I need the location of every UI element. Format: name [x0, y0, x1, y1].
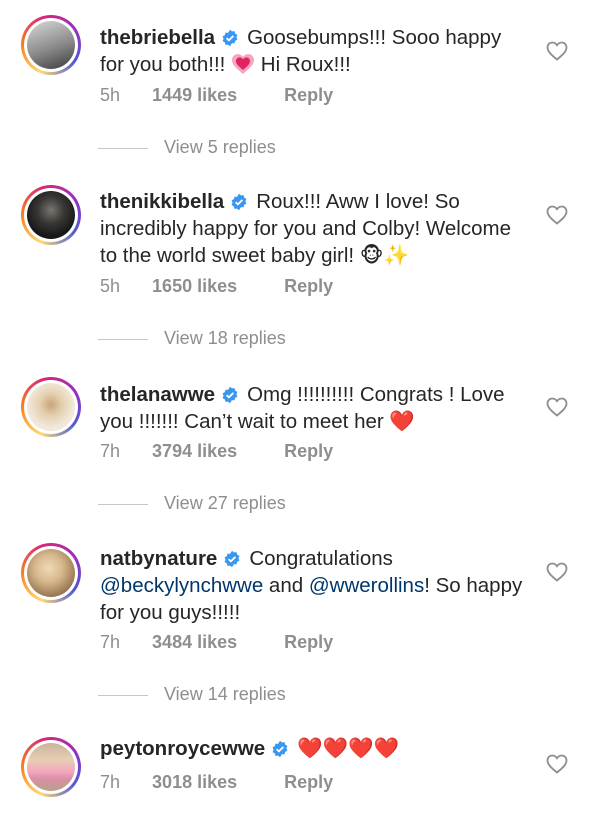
- comment-likes[interactable]: 1449 likes: [152, 85, 237, 106]
- comment-username[interactable]: thenikkibella: [100, 190, 224, 213]
- comment-meta: 5h 1650 likes Reply: [100, 276, 333, 297]
- comment-text: peytonroycewwe ❤️❤️❤️❤️: [100, 735, 530, 762]
- mention-link[interactable]: @wwerollins: [309, 574, 424, 597]
- comment-body-end: Hi Roux!!!: [255, 53, 351, 76]
- comment-likes[interactable]: 3018 likes: [152, 772, 237, 793]
- verified-badge-icon: [231, 193, 247, 211]
- heart-outline-icon[interactable]: [545, 203, 569, 227]
- verified-badge-icon: [222, 29, 238, 47]
- comment-likes[interactable]: 1650 likes: [152, 276, 237, 297]
- comment-meta: 5h 1449 likes Reply: [100, 85, 333, 106]
- comment-time: 5h: [100, 85, 121, 105]
- reply-button[interactable]: Reply: [284, 772, 333, 793]
- heart-outline-icon[interactable]: [545, 752, 569, 776]
- heart-outline-icon[interactable]: [545, 395, 569, 419]
- comment-meta: 7h 3018 likes Reply: [100, 772, 333, 793]
- comment-username[interactable]: peytonroycewwe: [100, 737, 265, 760]
- heart-outline-icon[interactable]: [545, 39, 569, 63]
- comment-meta: 7h 3484 likes Reply: [100, 632, 333, 653]
- comment-body: Congratulations: [249, 547, 393, 570]
- reply-button[interactable]: Reply: [284, 85, 333, 106]
- comment-text: natbynature Congratulations @beckylynchww…: [100, 545, 530, 626]
- comment-username[interactable]: thelanawwe: [100, 383, 215, 406]
- comment-text: thelanawwe Omg !!!!!!!!!! Congrats ! Love…: [100, 381, 530, 435]
- avatar[interactable]: [21, 185, 81, 245]
- view-replies-label: View 5 replies: [164, 137, 276, 157]
- comment-likes[interactable]: 3484 likes: [152, 632, 237, 653]
- view-replies-button[interactable]: View 27 replies: [98, 493, 286, 514]
- sparkling-heart-icon: [232, 54, 255, 74]
- reply-button[interactable]: Reply: [284, 276, 333, 297]
- view-replies-button[interactable]: View 14 replies: [98, 684, 286, 705]
- view-replies-button[interactable]: View 5 replies: [98, 137, 276, 158]
- comment-username[interactable]: natbynature: [100, 547, 217, 570]
- heart-outline-icon[interactable]: [545, 560, 569, 584]
- verified-badge-icon: [272, 740, 288, 758]
- comment-text: thenikkibella Roux!!! Aww I love! So incr…: [100, 188, 530, 269]
- avatar[interactable]: [21, 15, 81, 75]
- avatar[interactable]: [21, 543, 81, 603]
- view-replies-button[interactable]: View 18 replies: [98, 328, 286, 349]
- comment-time: 5h: [100, 276, 121, 296]
- divider: [98, 338, 148, 340]
- comment-time: 7h: [100, 632, 121, 652]
- comment-text: thebriebella Goosebumps!!! Sooo happy for…: [100, 24, 530, 78]
- comment-likes[interactable]: 3794 likes: [152, 441, 237, 462]
- divider: [98, 147, 148, 149]
- reply-button[interactable]: Reply: [284, 632, 333, 653]
- divider: [98, 503, 148, 505]
- avatar[interactable]: [21, 377, 81, 437]
- comment-time: 7h: [100, 772, 121, 792]
- verified-badge-icon: [222, 386, 238, 404]
- view-replies-label: View 27 replies: [164, 493, 286, 513]
- comment-username[interactable]: thebriebella: [100, 26, 215, 49]
- mention-link[interactable]: @beckylynchwwe: [100, 574, 263, 597]
- comment-time: 7h: [100, 441, 121, 461]
- view-replies-label: View 14 replies: [164, 684, 286, 704]
- verified-badge-icon: [224, 550, 240, 568]
- comment-body: ❤️❤️❤️❤️: [297, 737, 400, 760]
- view-replies-label: View 18 replies: [164, 328, 286, 348]
- reply-button[interactable]: Reply: [284, 441, 333, 462]
- comment-meta: 7h 3794 likes Reply: [100, 441, 333, 462]
- divider: [98, 694, 148, 696]
- avatar[interactable]: [21, 737, 81, 797]
- comment-body: and: [263, 574, 309, 597]
